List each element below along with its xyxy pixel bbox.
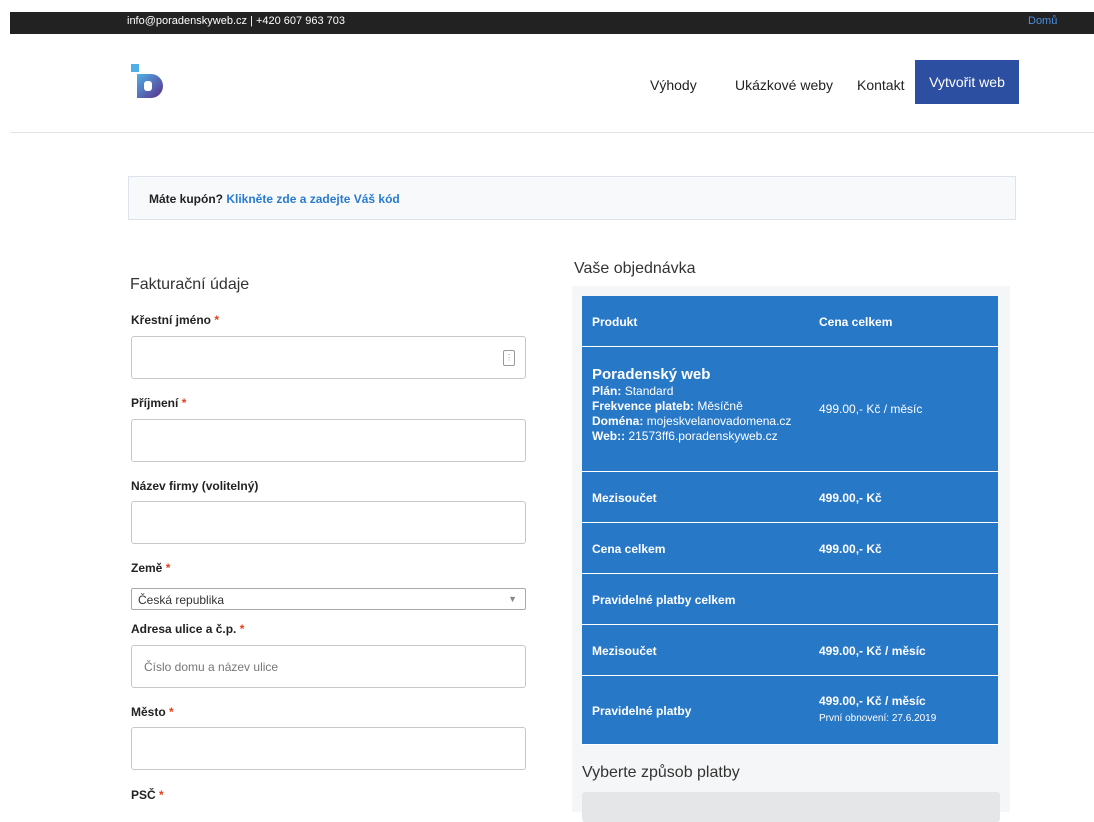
order-header-row: Produkt Cena celkem — [582, 296, 998, 347]
company-input[interactable] — [131, 501, 526, 544]
coupon-question: Máte kupón? — [149, 192, 223, 206]
country-select[interactable]: Česká republika ▼ — [131, 588, 526, 610]
city-input[interactable] — [131, 727, 526, 770]
first-name-label: Křestní jméno * — [131, 313, 220, 327]
header-total: Cena celkem — [819, 315, 893, 329]
coupon-link[interactable]: Klikněte zde a zadejte Váš kód — [226, 192, 399, 206]
header-product: Produkt — [592, 315, 638, 329]
order-title: Vaše objednávka — [574, 260, 696, 277]
billing-title: Fakturační údaje — [130, 276, 250, 293]
nav-kontakt[interactable]: Kontakt — [857, 77, 904, 93]
coupon-notice: Máte kupón? Klikněte zde a zadejte Váš k… — [128, 176, 1016, 220]
site-header: Výhody Ukázkové weby Kontakt Vytvořit we… — [10, 34, 1094, 133]
city-label: Město * — [131, 705, 174, 719]
chevron-down-icon: ▼ — [508, 594, 517, 604]
contact-info: info@poradenskyweb.cz | +420 607 963 703 — [127, 15, 345, 27]
company-label: Název firmy (volitelný) — [131, 479, 259, 493]
payment-methods-box — [582, 792, 1000, 822]
subtotal-row: Mezisoučet 499.00,- Kč — [582, 472, 998, 523]
product-name: Poradenský web — [592, 366, 711, 383]
create-web-button[interactable]: Vytvořit web — [915, 60, 1019, 104]
home-link[interactable]: Domů — [1028, 15, 1057, 27]
product-web: 21573ff6.poradenskyweb.cz — [628, 429, 778, 443]
total-value: 499.00,- Kč — [819, 542, 882, 556]
order-summary: Produkt Cena celkem Poradenský web Plán:… — [572, 286, 1010, 812]
product-price: 499.00,- Kč / měsíc — [819, 402, 923, 416]
product-domain: mojeskvelanovadomena.cz — [646, 414, 792, 428]
top-bar: info@poradenskyweb.cz | +420 607 963 703… — [10, 12, 1094, 34]
street-input[interactable]: Číslo domu a název ulice — [131, 645, 526, 688]
country-label: Země * — [131, 561, 171, 575]
last-name-label: Příjmení * — [131, 396, 187, 410]
product-plan: Standard — [624, 384, 674, 398]
zip-label: PSČ * — [131, 788, 164, 802]
country-value: Česká republika — [138, 593, 225, 607]
nav-vyhody[interactable]: Výhody — [650, 77, 697, 93]
order-table: Produkt Cena celkem Poradenský web Plán:… — [582, 296, 998, 745]
recurring-row: Pravidelné platby 499.00,- Kč / měsíc Pr… — [582, 676, 998, 745]
product-frequency: Měsíčně — [697, 399, 743, 413]
renewal-date: První obnovení: 27.6.2019 — [819, 713, 937, 724]
recurring-header-row: Pravidelné platby celkem — [582, 574, 998, 625]
logo-icon[interactable] — [127, 62, 167, 102]
street-label: Adresa ulice a č.p. * — [131, 622, 245, 636]
nav-ukazkove-weby[interactable]: Ukázkové weby — [735, 77, 833, 93]
total-row: Cena celkem 499.00,- Kč — [582, 523, 998, 574]
first-name-input[interactable]: ⋮ — [131, 336, 526, 379]
recurring-value: 499.00,- Kč / měsíc — [819, 694, 926, 708]
recurring-subtotal-row: Mezisoučet 499.00,- Kč / měsíc — [582, 625, 998, 676]
autofill-icon[interactable]: ⋮ — [503, 350, 515, 366]
product-row: Poradenský web Plán: Standard Frekvence … — [582, 347, 998, 472]
subtotal-value: 499.00,- Kč — [819, 491, 882, 505]
payment-title: Vyberte způsob platby — [582, 764, 740, 781]
street-placeholder: Číslo domu a název ulice — [144, 660, 279, 674]
last-name-input[interactable] — [131, 419, 526, 462]
recurring-subtotal-value: 499.00,- Kč / měsíc — [819, 644, 926, 658]
